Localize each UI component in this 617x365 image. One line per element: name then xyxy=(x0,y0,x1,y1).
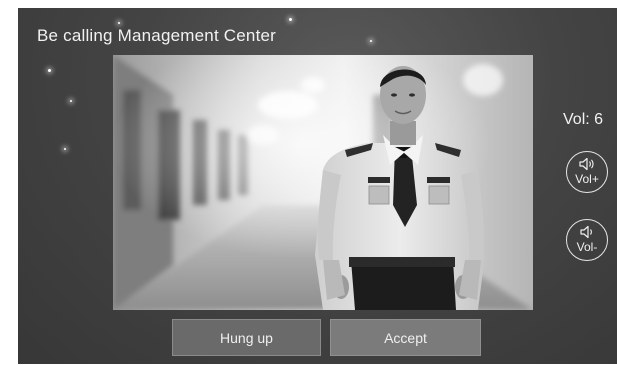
sparkle-decoration xyxy=(64,148,66,150)
sparkle-decoration xyxy=(118,22,120,24)
caller-video-feed xyxy=(113,55,533,310)
intercom-call-screen: Be calling Management Center Vol: 6 Vol+… xyxy=(18,8,617,364)
volume-up-button[interactable]: Vol+ xyxy=(566,151,608,193)
volume-down-label: Vol- xyxy=(576,240,598,254)
volume-up-label: Vol+ xyxy=(575,172,599,186)
sparkle-decoration xyxy=(370,40,372,42)
speaker-quiet-icon xyxy=(580,225,592,239)
speaker-loud-icon xyxy=(579,157,594,171)
sparkle-decoration xyxy=(289,18,292,21)
accept-button[interactable]: Accept xyxy=(330,319,481,356)
hang-up-button[interactable]: Hung up xyxy=(172,319,321,356)
caller-video-image xyxy=(113,55,533,310)
volume-down-button[interactable]: Vol- xyxy=(566,219,608,261)
sparkle-decoration xyxy=(48,69,51,72)
call-status-title: Be calling Management Center xyxy=(37,26,277,45)
sparkle-decoration xyxy=(70,100,72,102)
volume-level-label: Vol: 6 xyxy=(563,111,604,128)
